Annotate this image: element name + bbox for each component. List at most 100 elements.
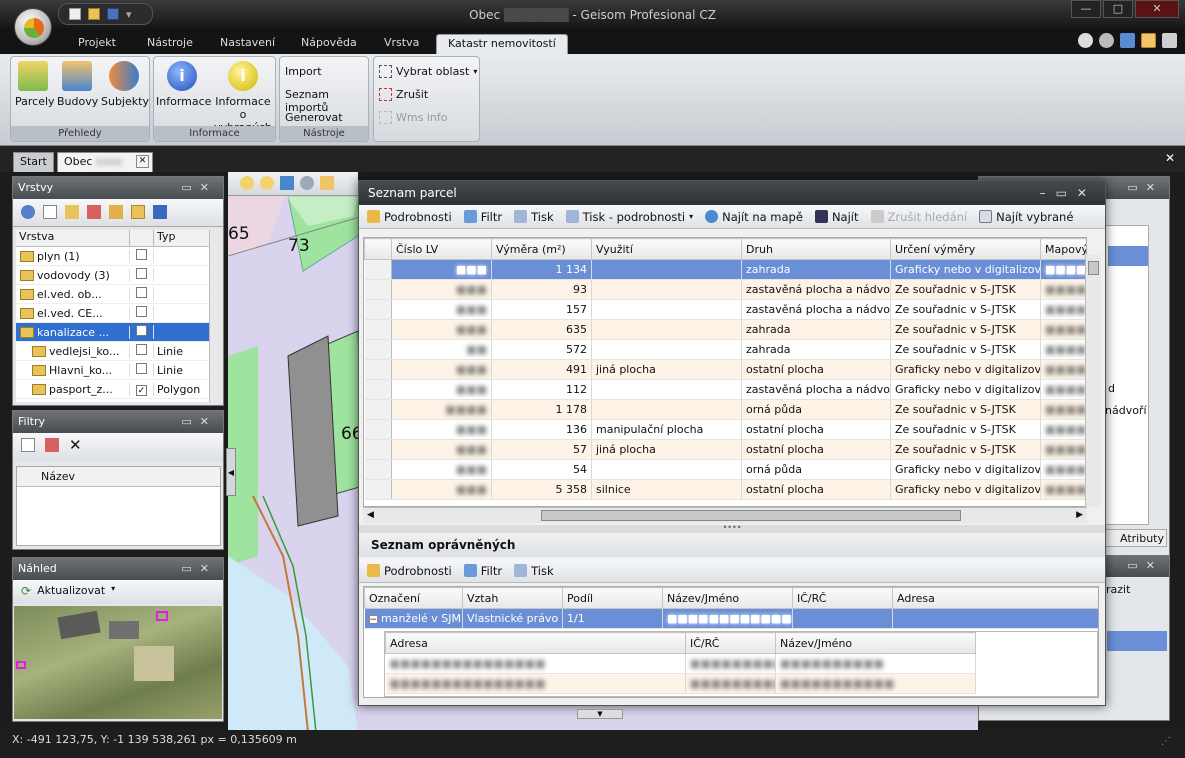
najit-na-mape-button[interactable]: Najít na mapě (705, 210, 803, 224)
tab-nastroje[interactable]: Nástroje (135, 34, 205, 54)
help-icon[interactable] (1078, 33, 1093, 48)
tab-projekt[interactable]: Projekt (66, 34, 128, 54)
layer-row[interactable]: el.ved. CE... (16, 304, 209, 323)
layer-visibility-checkbox[interactable] (136, 287, 147, 298)
table-row[interactable]: ■■■ 93 zastavěná plocha a nádvoří Ze souřad… (364, 279, 1086, 300)
expand-bottom-handle[interactable]: ▼ (577, 709, 623, 719)
informace-o-vybranych-button[interactable]: i Informace o vybraných (212, 61, 274, 134)
tab-napoveda[interactable]: Nápověda (289, 34, 369, 54)
vybrat-oblast-button[interactable]: Vybrat oblast ▾ (379, 65, 477, 78)
layer-row[interactable]: kanalizace ... (16, 323, 209, 342)
parcels-vscroll[interactable] (1085, 255, 1101, 507)
column-adresa[interactable]: Adresa (892, 587, 1098, 609)
column-adresa[interactable]: Adresa (385, 632, 686, 654)
najit-button[interactable]: Najít (814, 210, 859, 224)
select-tool-icon[interactable] (320, 176, 334, 190)
column-mapovy[interactable]: Mapový (1040, 238, 1086, 260)
vertical-scrollbar[interactable] (209, 230, 223, 402)
layer-row[interactable]: Hlavni_ko... Linie (16, 361, 209, 380)
close-window-button[interactable]: ✕ (1135, 0, 1179, 18)
panel-controls[interactable]: ▭✕ (1127, 555, 1163, 577)
table-row[interactable]: ■■■ 54 orná půda Graficky nebo v digitalizo… (364, 459, 1086, 480)
scroll-right-icon[interactable]: ▶ (1076, 510, 1083, 520)
parcels-hscroll[interactable]: ◀ ▶ (363, 507, 1087, 523)
layer-row[interactable]: plyn (1) (16, 247, 209, 266)
table-row[interactable]: ■■■ 635 zahrada Ze souřadnic v S-JTSK ■■■■ (364, 319, 1086, 340)
new-layer-icon[interactable] (43, 205, 57, 219)
layer-visibility-checkbox[interactable] (136, 325, 147, 336)
eraser-icon[interactable] (1162, 33, 1177, 48)
open-layer-icon[interactable] (65, 205, 79, 219)
column-ic-rc[interactable]: IČ/RČ (685, 632, 776, 654)
tab-katastr[interactable]: Katastr nemovitostí (436, 34, 568, 54)
layers-icon[interactable] (21, 205, 35, 219)
maximize-button[interactable]: □ (1103, 0, 1133, 18)
layer-visibility-checkbox[interactable] (136, 268, 147, 279)
window-icon[interactable] (1120, 33, 1135, 48)
tab-atributy[interactable]: Atributy (1097, 529, 1167, 547)
column-nazev[interactable]: Název (17, 467, 220, 487)
layer-visibility-checkbox[interactable] (136, 249, 147, 260)
delete-filter-icon[interactable]: ✕ (69, 438, 82, 461)
layer-row[interactable]: vedlejsi_ko... Linie (16, 342, 209, 361)
edit-layer-icon[interactable] (87, 205, 101, 219)
layer-visibility-checkbox[interactable]: ✓ (136, 384, 147, 396)
table-row[interactable]: ■■■ 57 jiná plocha ostatní plocha Ze souřadn… (364, 439, 1086, 460)
minimize-button[interactable]: — (1071, 0, 1101, 18)
tab-obec[interactable]: Obec xxxx ✕ (57, 152, 153, 172)
table-row[interactable]: ■■■■ 1 178 orná půda Ze souřadnic v S-JTSK ■… (364, 399, 1086, 420)
zoom-extent-icon[interactable] (280, 176, 294, 190)
table-row[interactable]: − manželé v SJM Vlastnické právo 1/1 ■■■… (364, 608, 1098, 629)
table-row[interactable]: ■■■■■■■■■■■■■■■ ■■■■■■■■■■ ■■■■■■■■■■■ (385, 673, 976, 694)
filtr-button[interactable]: Filtr (463, 564, 502, 578)
layer-props-icon[interactable] (153, 205, 167, 219)
close-all-icon[interactable]: ✕ (1165, 151, 1175, 165)
tisk-button[interactable]: Tisk (514, 210, 554, 224)
panel-controls[interactable]: ▭✕ (1127, 177, 1163, 199)
filtr-button[interactable]: Filtr (463, 210, 502, 224)
column-podil[interactable]: Podíl (562, 587, 663, 609)
new-filter-icon[interactable] (21, 438, 35, 452)
hand-tool-icon[interactable] (1141, 33, 1156, 48)
tab-start[interactable]: Start (13, 152, 54, 172)
column-urceni-vymery[interactable]: Určení výměry (890, 238, 1041, 260)
column-vrstva[interactable]: Vrstva (16, 230, 130, 246)
table-row[interactable]: ■■■ 112 zastavěná plocha a nádvoří Graficky… (364, 379, 1086, 400)
resize-grip-icon[interactable]: ⋰ (1161, 736, 1171, 747)
table-row[interactable]: ■■■ 157 zastavěná plocha a nádvoří Ze souřa… (364, 299, 1086, 320)
tisk-podrobnosti-button[interactable]: Tisk - podrobnosti ▾ (565, 210, 693, 224)
column-vymera[interactable]: Výměra (m²) (491, 238, 592, 260)
collapse-left-handle[interactable]: ◀ (226, 448, 236, 496)
table-row[interactable]: ■■■■■■■■■■■■■■■ ■■■■■■■■■■ ■■■■■■■■■■ (385, 653, 976, 674)
column-ic-rc[interactable]: IČ/RČ (792, 587, 893, 609)
tab-vrstva[interactable]: Vrstva (372, 34, 431, 54)
application-menu-button[interactable] (14, 8, 52, 46)
column-druh[interactable]: Druh (741, 238, 891, 260)
layer-row[interactable]: vodovody (3) (16, 266, 209, 285)
panel-controls[interactable]: ▭✕ (181, 558, 217, 580)
dialog-controls[interactable]: –▭✕ (1040, 181, 1097, 205)
edit-filter-icon[interactable] (45, 438, 59, 452)
table-row[interactable]: ■■ 572 zahrada Ze souřadnic v S-JTSK ■■■■ (364, 339, 1086, 360)
tab-nastaveni[interactable]: Nastavení (208, 34, 287, 54)
column-nazev-jmeno[interactable]: Název/Jméno (775, 632, 976, 654)
splitter[interactable]: •••• (359, 524, 1105, 533)
budovy-button[interactable]: Budovy (57, 61, 98, 108)
magnifier-icon[interactable] (300, 176, 314, 190)
aktualizovat-button[interactable]: ⟳ Aktualizovat ▾ (13, 580, 223, 604)
group-icon[interactable] (131, 205, 145, 219)
close-tab-icon[interactable]: ✕ (136, 155, 149, 168)
table-icon[interactable] (109, 205, 123, 219)
preview-image[interactable] (14, 606, 222, 719)
column-typ[interactable]: Typ (154, 230, 176, 246)
column-vyuziti[interactable]: Využití (591, 238, 742, 260)
column-nazev-jmeno[interactable]: Název/Jméno (662, 587, 793, 609)
table-row[interactable]: ■■■ 136 manipulační plocha ostatní plocha Ze… (364, 419, 1086, 440)
layer-visibility-checkbox[interactable] (136, 306, 147, 317)
column-cislo-lv[interactable]: Číslo LV (391, 238, 492, 260)
layer-row[interactable]: el.ved. ob... (16, 285, 209, 304)
layer-visibility-checkbox[interactable] (136, 344, 147, 355)
zrusit-button[interactable]: Zrušit (379, 88, 428, 101)
layer-visibility-checkbox[interactable] (136, 363, 147, 374)
table-row[interactable]: ■■■ 1 134 zahrada Graficky nebo v digitaliz… (364, 259, 1086, 280)
